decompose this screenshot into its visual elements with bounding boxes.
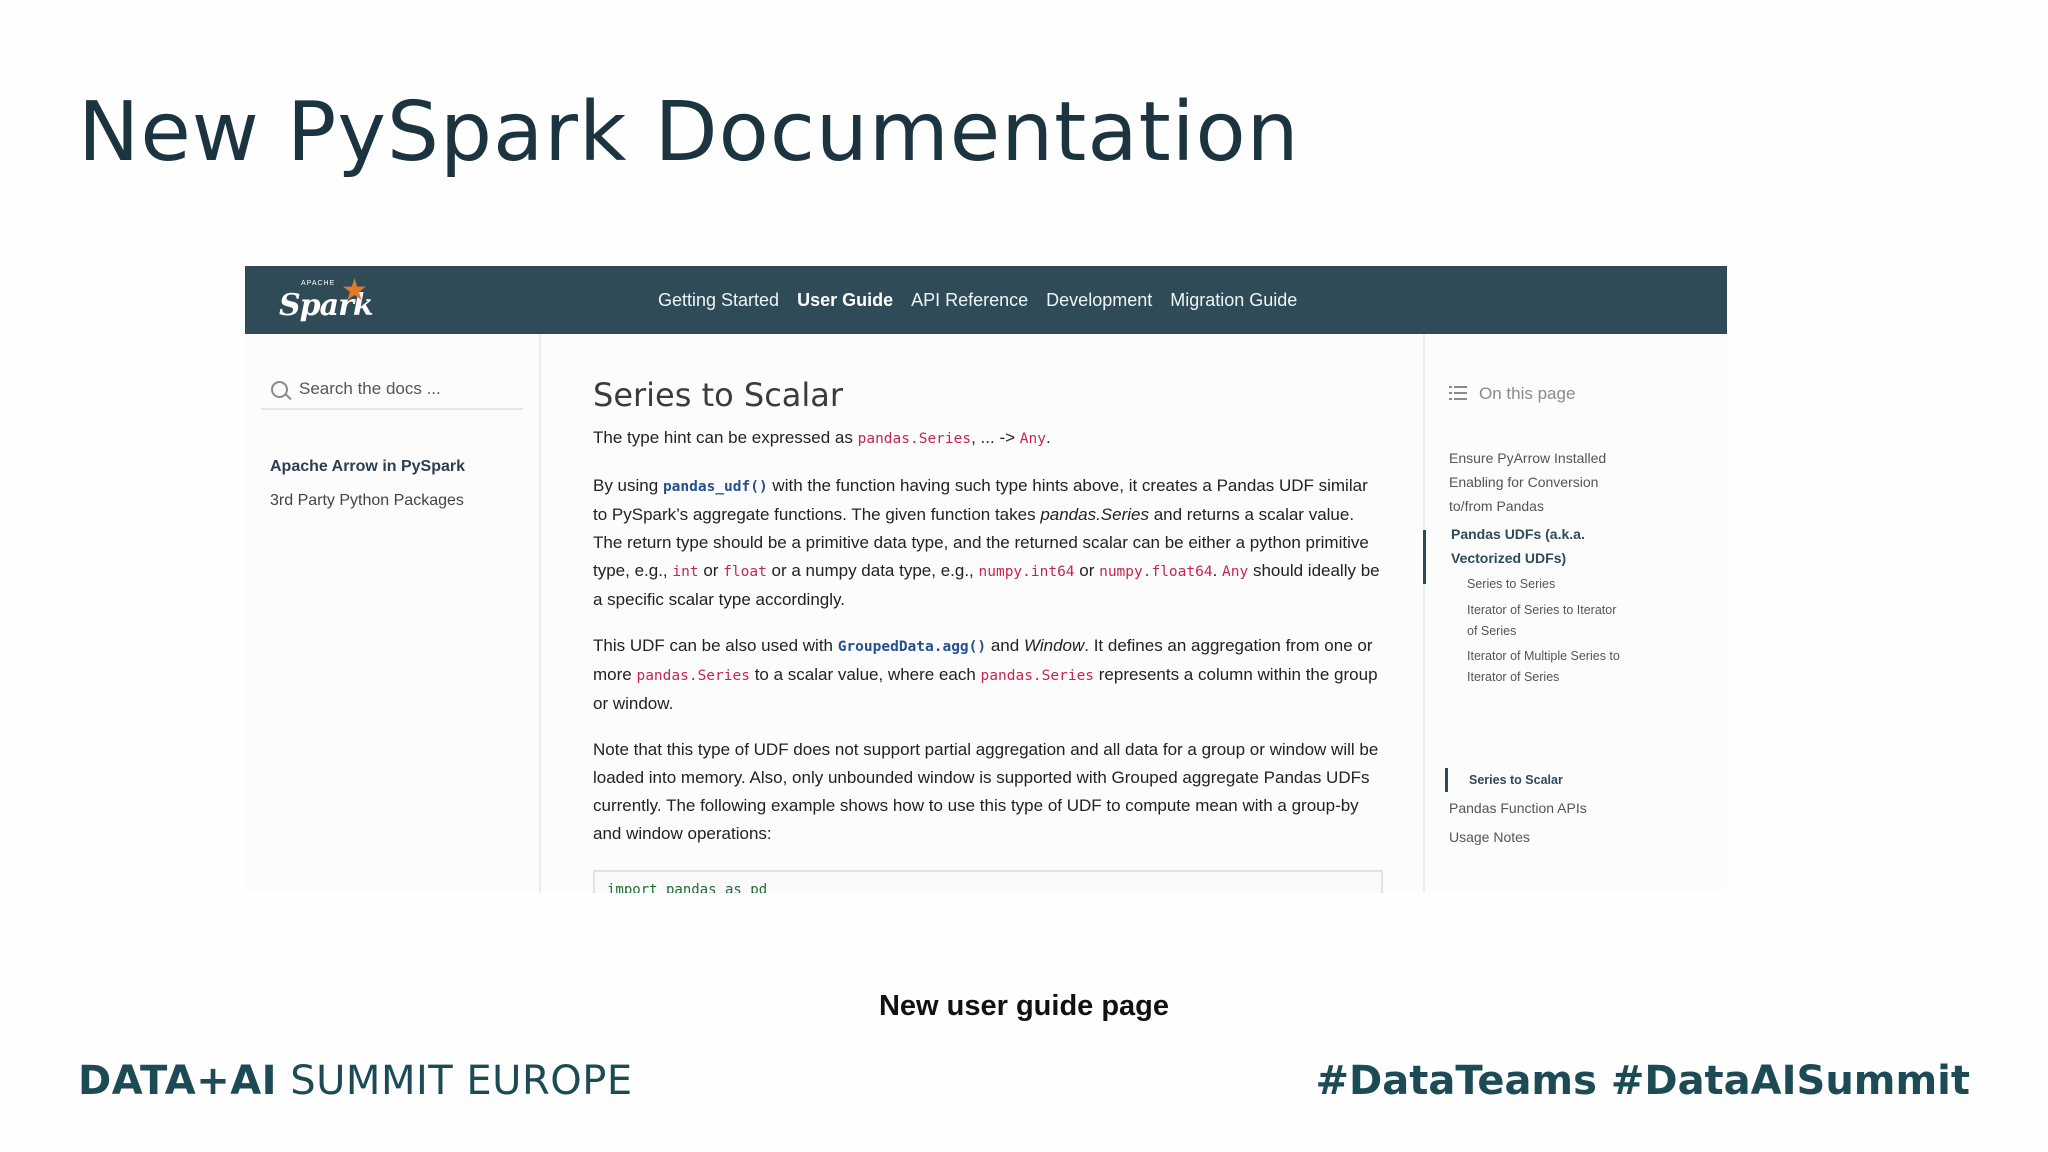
code-line: import pandas as pd — [607, 882, 768, 893]
text: or a numpy data type, e.g., — [766, 561, 979, 580]
slide-title: New PySpark Documentation — [78, 85, 1300, 180]
api-link[interactable]: GroupedData.agg() — [838, 639, 986, 655]
toc-item[interactable]: Enabling for Conversion — [1449, 470, 1598, 494]
code-inline: numpy.float64 — [1099, 564, 1213, 580]
text: or — [1074, 561, 1100, 580]
nav-migration-guide[interactable]: Migration Guide — [1170, 290, 1297, 311]
main-content: Series to Scalar The type hint can be ex… — [593, 334, 1388, 893]
text: By using — [593, 476, 663, 495]
api-link[interactable]: pandas_udf() — [663, 479, 768, 495]
code-inline: pandas.Series — [980, 668, 1095, 684]
nav-links: Getting Started User Guide API Reference… — [658, 266, 1297, 334]
toc-subitem[interactable]: Series to Series — [1467, 574, 1555, 595]
footer-hashtags: #DataTeams #DataAISummit — [1315, 1058, 1970, 1104]
nav-api-reference[interactable]: API Reference — [911, 290, 1028, 311]
text: , ... -> — [971, 428, 1020, 447]
text: This UDF can be also used with — [593, 636, 838, 655]
text: to a scalar value, where each — [749, 665, 981, 684]
code-block: import pandas as pd — [593, 870, 1383, 893]
spark-logo[interactable]: APACHE Spark ★ — [277, 274, 374, 324]
star-icon: ★ — [341, 274, 368, 307]
brand-rest: SUMMIT EUROPE — [277, 1058, 633, 1104]
toc-subitem[interactable]: Iterator of Series — [1467, 667, 1559, 688]
search-icon — [271, 381, 288, 398]
brand-bold: DATA+AI — [78, 1058, 278, 1104]
sidebar-item-3rd-party[interactable]: 3rd Party Python Packages — [270, 492, 464, 510]
code-inline: float — [723, 564, 767, 580]
nav-user-guide[interactable]: User Guide — [797, 290, 893, 311]
code-inline: int — [672, 564, 699, 580]
left-sidebar: Apache Arrow in PySpark 3rd Party Python… — [245, 334, 541, 893]
text: . — [1045, 428, 1051, 447]
search-input[interactable] — [299, 376, 509, 402]
code-inline: numpy.int64 — [978, 564, 1075, 580]
toc-active-sub-marker — [1445, 768, 1448, 792]
text: The type hint can be expressed as — [593, 428, 858, 447]
emphasis: pandas.Series — [1040, 505, 1149, 524]
slide-caption: New user guide page — [878, 990, 1170, 1022]
paragraph-4: Note that this type of UDF does not supp… — [593, 740, 1379, 843]
page-heading: Series to Scalar — [593, 376, 844, 414]
toc-subitem[interactable]: Iterator of Series to Iterator — [1467, 600, 1616, 621]
list-icon — [1449, 386, 1467, 400]
toc-item[interactable]: Pandas Function APIs — [1449, 796, 1587, 820]
toc-item[interactable]: to/from Pandas — [1449, 494, 1544, 518]
text: and — [986, 636, 1024, 655]
toc-subitem[interactable]: of Series — [1467, 621, 1516, 642]
toc-active-marker — [1423, 530, 1426, 584]
code-inline: pandas.Series — [857, 431, 972, 447]
search-box[interactable] — [261, 372, 523, 410]
footer-brand: DATA+AI SUMMIT EUROPE — [78, 1058, 633, 1104]
toc-header-label: On this page — [1479, 384, 1576, 403]
toc-item[interactable]: Usage Notes — [1449, 825, 1530, 849]
toc-item-active[interactable]: Vectorized UDFs) — [1451, 546, 1566, 570]
paragraph-2: By using pandas_udf() with the function … — [593, 472, 1383, 614]
toc-item-active[interactable]: Pandas UDFs (a.k.a. — [1451, 522, 1585, 546]
sidebar-item-apache-arrow[interactable]: Apache Arrow in PySpark — [270, 458, 465, 476]
code-inline: Any — [1019, 431, 1046, 447]
text: or — [698, 561, 724, 580]
top-navbar: APACHE Spark ★ Getting Started User Guid… — [245, 266, 1727, 334]
code-inline: Any — [1222, 564, 1249, 580]
toc-header: On this page — [1449, 384, 1575, 404]
paragraph-1: The type hint can be expressed as pandas… — [593, 424, 1383, 453]
toc-sidebar: On this page Ensure PyArrow Installed En… — [1423, 334, 1727, 893]
toc-item[interactable]: Ensure PyArrow Installed — [1449, 446, 1606, 470]
toc-subitem[interactable]: Iterator of Multiple Series to — [1467, 646, 1620, 667]
emphasis: Window — [1023, 636, 1085, 655]
toc-subitem-active[interactable]: Series to Scalar — [1469, 770, 1563, 791]
nav-getting-started[interactable]: Getting Started — [658, 290, 779, 311]
code-inline: pandas.Series — [636, 668, 750, 684]
logo-apache-text: APACHE — [301, 280, 336, 287]
text: . — [1212, 561, 1223, 580]
paragraph-3: This UDF can be also used with GroupedDa… — [593, 632, 1383, 718]
docs-screenshot: APACHE Spark ★ Getting Started User Guid… — [245, 266, 1727, 893]
nav-development[interactable]: Development — [1046, 290, 1152, 311]
